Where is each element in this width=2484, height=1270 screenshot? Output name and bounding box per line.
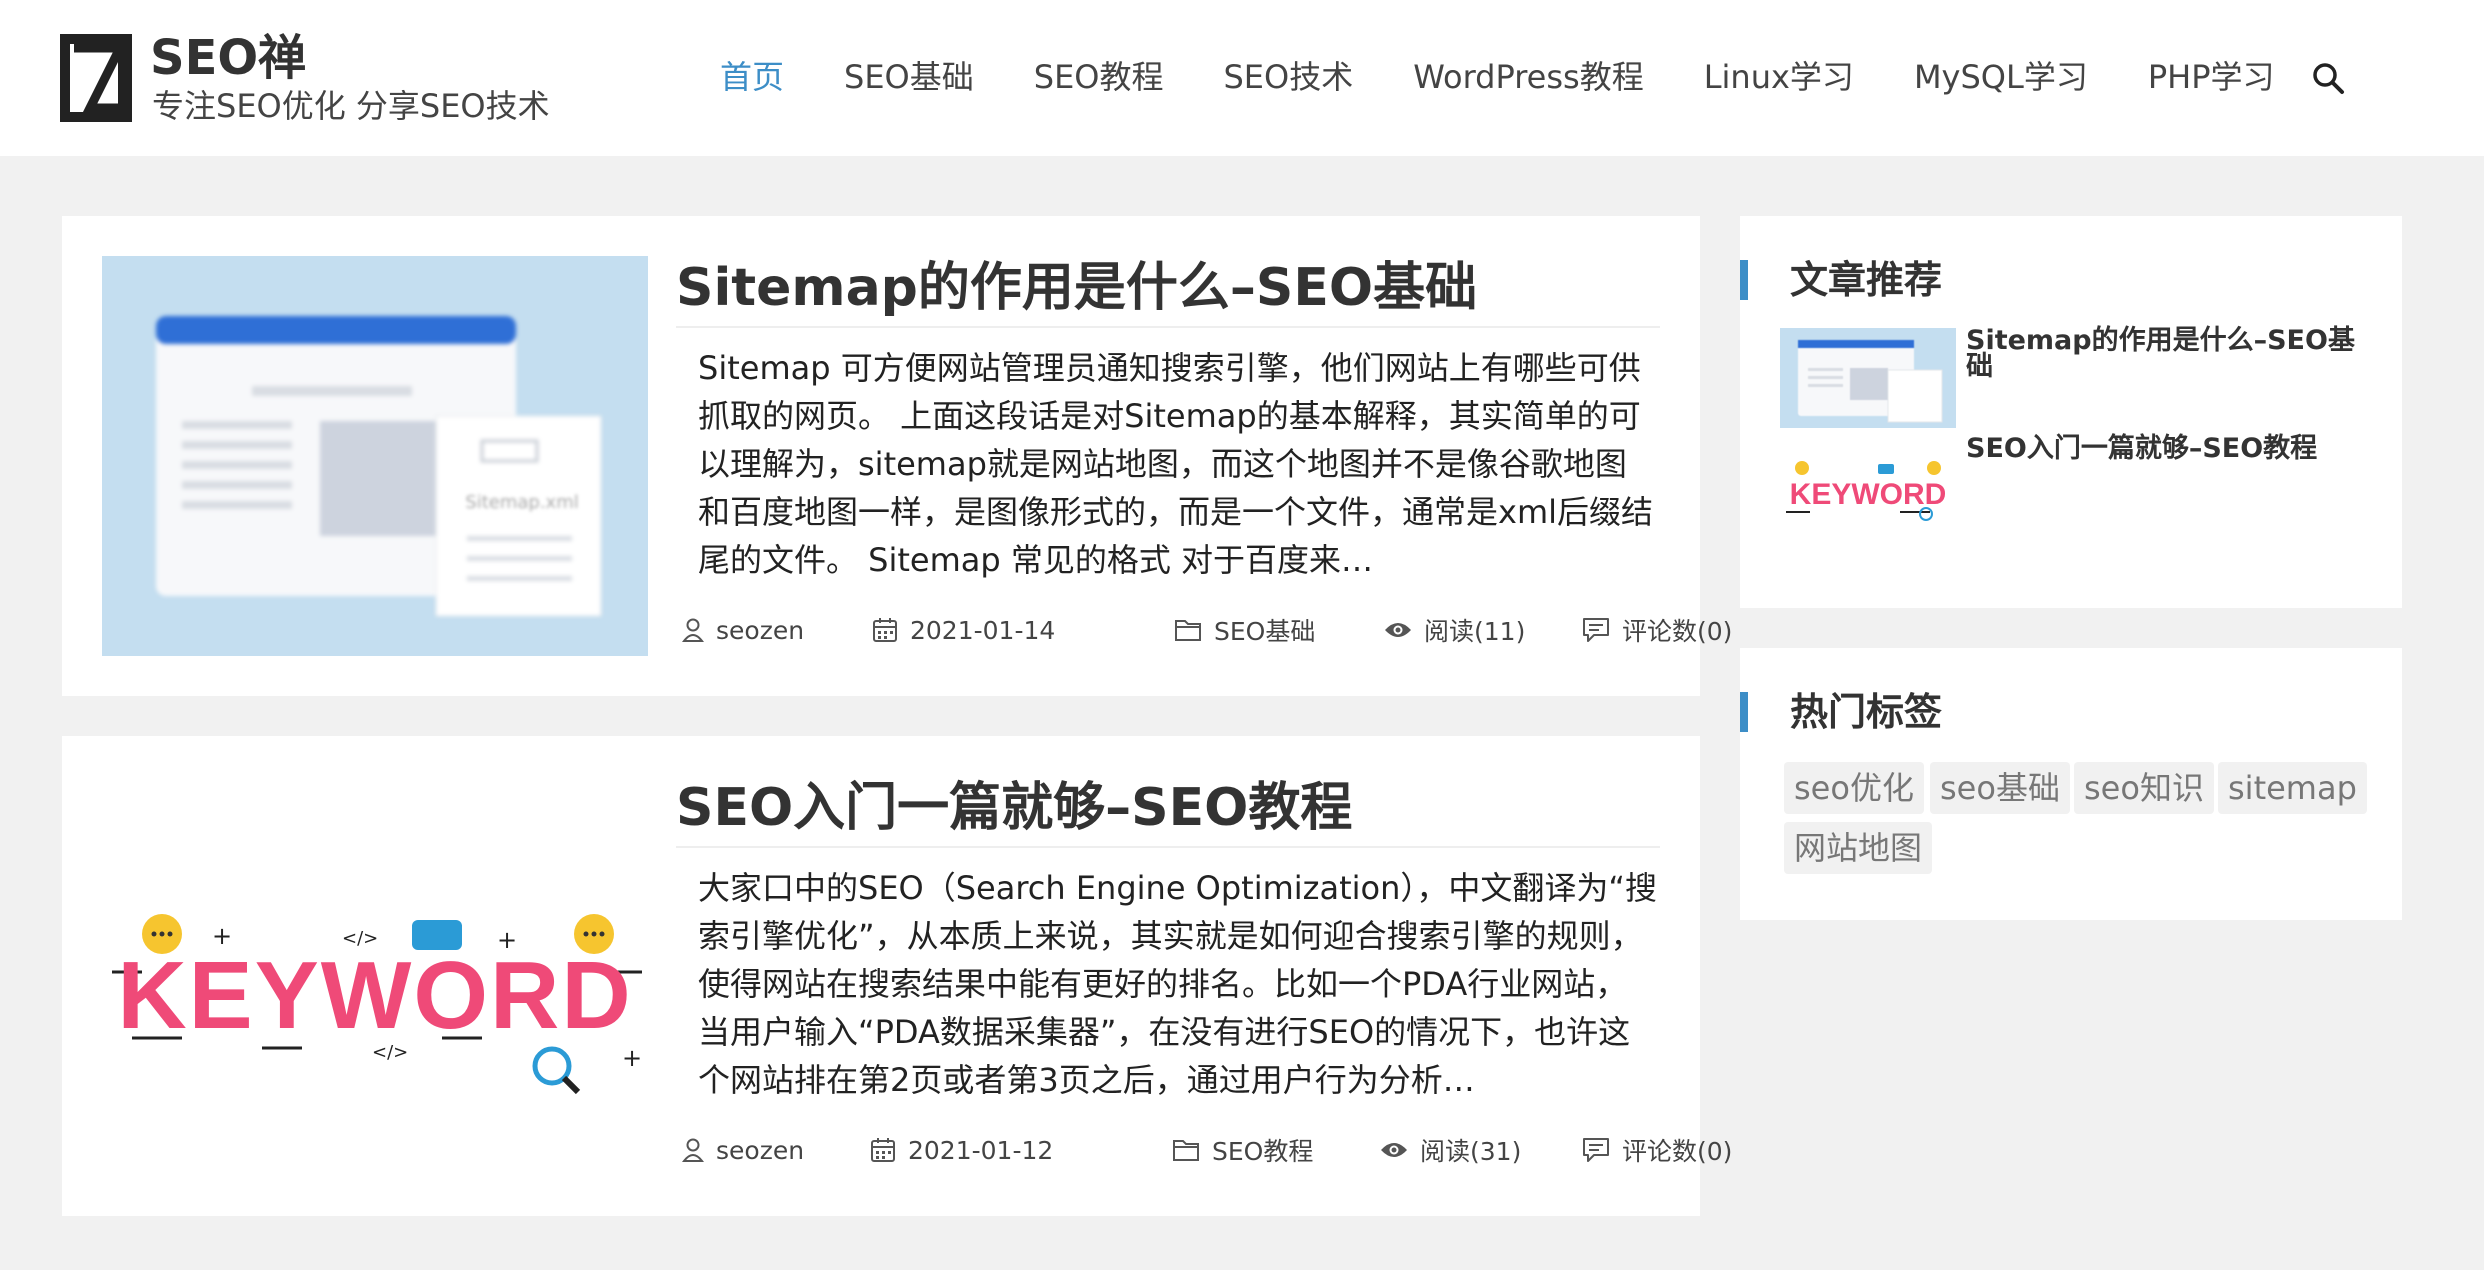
comments-count: 评论数(0) [1622,1137,1733,1166]
nav-item-seo-basics[interactable]: SEO基础 [844,50,974,104]
recommend-keyword-text: KEYWORD [1790,478,1947,511]
tag-item[interactable]: sitemap [2218,762,2367,814]
nav-item-home[interactable]: 首页 [720,50,784,104]
site-title[interactable]: SEO禅 [150,28,306,88]
eye-icon [1381,1143,1407,1157]
recommend-title[interactable]: SEO入门一篇就够–SEO教程 [1966,435,2366,462]
author-name: seozen [716,1135,805,1165]
logo-z-icon[interactable] [60,34,132,122]
meta-comments[interactable]: 评论数(0) [1582,608,1732,652]
category-label: SEO教程 [1212,1137,1314,1166]
site-subtitle: 专注SEO优化 分享SEO技术 [152,87,550,125]
tag-item[interactable]: seo知识 [2074,762,2214,814]
post-meta: seozen 2021-01-12 SEO教程 阅读(31) 评论数(0) [682,1128,1732,1172]
nav-item-seo-tutorial[interactable]: SEO教程 [1034,50,1164,104]
nav-item-mysql[interactable]: MySQL学习 [1914,50,2088,104]
post-card: Sitemap.xml Sitemap的作用是什么–SEO基础 Sitemap … [62,216,1732,696]
sidebar-recommend: 文章推荐 Sitemap的作用是什么–SEO基础 KEYWORD SEO入门一篇… [1740,216,2402,608]
post-thumbnail-sitemap[interactable]: Sitemap.xml [102,256,648,656]
views-count: 阅读(11) [1424,617,1526,646]
calendar-icon [871,1138,895,1162]
search-icon[interactable] [2310,60,2346,96]
nav-item-php[interactable]: PHP学习 [2148,50,2275,104]
meta-views: 阅读(11) [1384,608,1525,652]
tag-item[interactable]: seo基础 [1930,762,2070,814]
nav-item-linux[interactable]: Linux学习 [1704,50,1854,104]
main-nav: 首页 SEO基础 SEO教程 SEO技术 WordPress教程 Linux学习… [720,50,2335,104]
meta-date: 2021-01-12 [870,1128,1053,1172]
recommend-item[interactable]: KEYWORD SEO入门一篇就够–SEO教程 [1780,435,2380,536]
post-excerpt: 大家口中的SEO（Search Engine Optimization），中文翻… [698,869,1657,1099]
meta-author[interactable]: seozen [682,1128,804,1172]
recommend-item[interactable]: Sitemap的作用是什么–SEO基础 [1780,327,2380,428]
sidebar-hot-tags: 热门标签 seo优化 seo基础 seo知识 sitemap 网站地图 [1740,648,2402,920]
meta-category[interactable]: SEO教程 [1172,1128,1313,1172]
folder-icon [1173,1140,1199,1161]
post-date: 2021-01-14 [910,615,1056,645]
recommend-title[interactable]: Sitemap的作用是什么–SEO基础 [1966,327,2366,380]
eye-icon [1385,623,1411,637]
nav-item-wordpress[interactable]: WordPress教程 [1413,50,1643,104]
thumbnail-caption: Sitemap.xml [465,492,579,513]
sidebar-recommend-title: 文章推荐 [1740,260,1942,300]
recommend-thumbnail[interactable] [1780,328,1956,428]
keyword-graphic-text: KEYWORD [117,942,632,1049]
tag-item[interactable]: 网站地图 [1784,822,1933,874]
post-card: + </> + </> + KEYWORD SEO入门一篇就够–SEO教程 大家… [62,736,1732,1216]
folder-icon [1175,620,1201,641]
meta-views: 阅读(31) [1380,1128,1521,1172]
meta-category[interactable]: SEO基础 [1174,608,1315,652]
nav-item-seo-tech[interactable]: SEO技术 [1223,50,1353,104]
post-title[interactable]: Sitemap的作用是什么–SEO基础 [676,252,1660,328]
tag-item[interactable]: seo优化 [1784,762,1924,814]
post-thumbnail-keyword[interactable]: + </> + </> + KEYWORD [102,776,648,1176]
user-icon [682,618,704,642]
author-name: seozen [716,615,805,645]
category-label: SEO基础 [1214,617,1316,646]
meta-author[interactable]: seozen [682,608,804,652]
user-icon [682,1138,704,1162]
comment-icon [1583,618,1609,642]
meta-date: 2021-01-14 [872,608,1055,652]
sidebar-tags-title: 热门标签 [1740,692,1942,732]
recommend-thumbnail[interactable]: KEYWORD [1780,436,1956,536]
post-date: 2021-01-12 [908,1135,1054,1165]
comments-count: 评论数(0) [1622,617,1733,646]
site-header: SEO禅 专注SEO优化 分享SEO技术 首页 SEO基础 SEO教程 SEO技… [0,0,2484,156]
comment-icon [1583,1138,1609,1162]
post-title[interactable]: SEO入门一篇就够–SEO教程 [676,772,1660,848]
calendar-icon [873,618,897,642]
post-excerpt: Sitemap 可方便网站管理员通知搜索引擎，他们网站上有哪些可供抓取的网页。 … [698,349,1654,579]
post-meta: seozen 2021-01-14 SEO基础 阅读(11) 评论数(0) [682,608,1732,652]
views-count: 阅读(31) [1420,1137,1522,1166]
meta-comments[interactable]: 评论数(0) [1582,1128,1732,1172]
